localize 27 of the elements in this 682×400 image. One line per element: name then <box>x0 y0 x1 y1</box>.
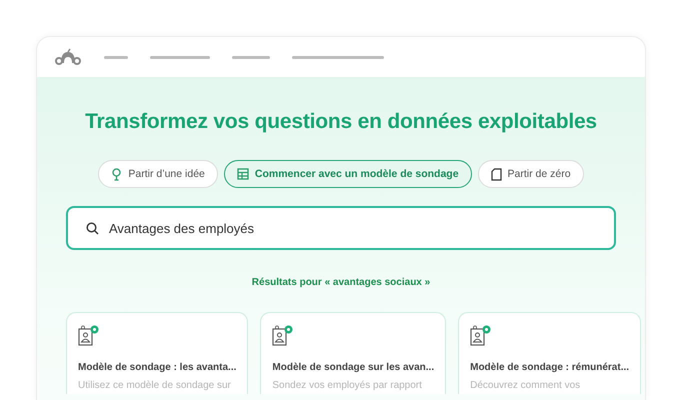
start-option-button[interactable]: Partir d’une idée <box>98 160 218 188</box>
card-title: Modèle de sondage sur les avan... <box>272 362 434 373</box>
card-title: Modèle de sondage : rémunérat... <box>470 362 630 373</box>
nav-placeholder-bar <box>104 56 128 58</box>
monkey-logo-icon <box>54 48 82 66</box>
badge-profile-icon <box>272 325 294 347</box>
start-option-button[interactable]: Commencer avec un modèle de sondage <box>224 160 472 188</box>
search-icon <box>86 222 99 234</box>
template-card[interactable]: Modèle de sondage : rémunérat... Découvrez comment vos <box>458 312 642 394</box>
nav-placeholder-bar <box>232 56 270 58</box>
search-input[interactable]: Avantages des employés <box>107 220 596 236</box>
lightbulb-icon <box>111 168 122 180</box>
page-icon <box>490 168 502 180</box>
badge-profile-icon <box>470 325 492 347</box>
card-title: Modèle de sondage : les avanta... <box>78 362 236 373</box>
results-label: Résultats pour « avantages sociaux » <box>252 277 430 288</box>
badge-profile-icon <box>78 325 100 347</box>
nav-placeholder-bar <box>150 56 210 58</box>
card-description: Utilisez ce modèle de sondage sur <box>78 380 232 391</box>
search-field[interactable]: Avantages des employés <box>66 206 616 250</box>
page-heading: Transformez vos questions en données exploitables <box>85 110 597 134</box>
card-description: Découvrez comment vos <box>470 380 582 391</box>
card-description: Sondez vos employés par rapport <box>272 380 423 391</box>
template-card[interactable]: Modèle de sondage : les avanta... Utilisez ce modèle de sondage sur <box>66 312 248 394</box>
template-card[interactable]: Modèle de sondage sur les avan... Sondez vos employés par rapport <box>260 312 446 394</box>
start-option-button[interactable]: Partir de zéro <box>478 160 584 188</box>
table-icon <box>236 168 249 180</box>
